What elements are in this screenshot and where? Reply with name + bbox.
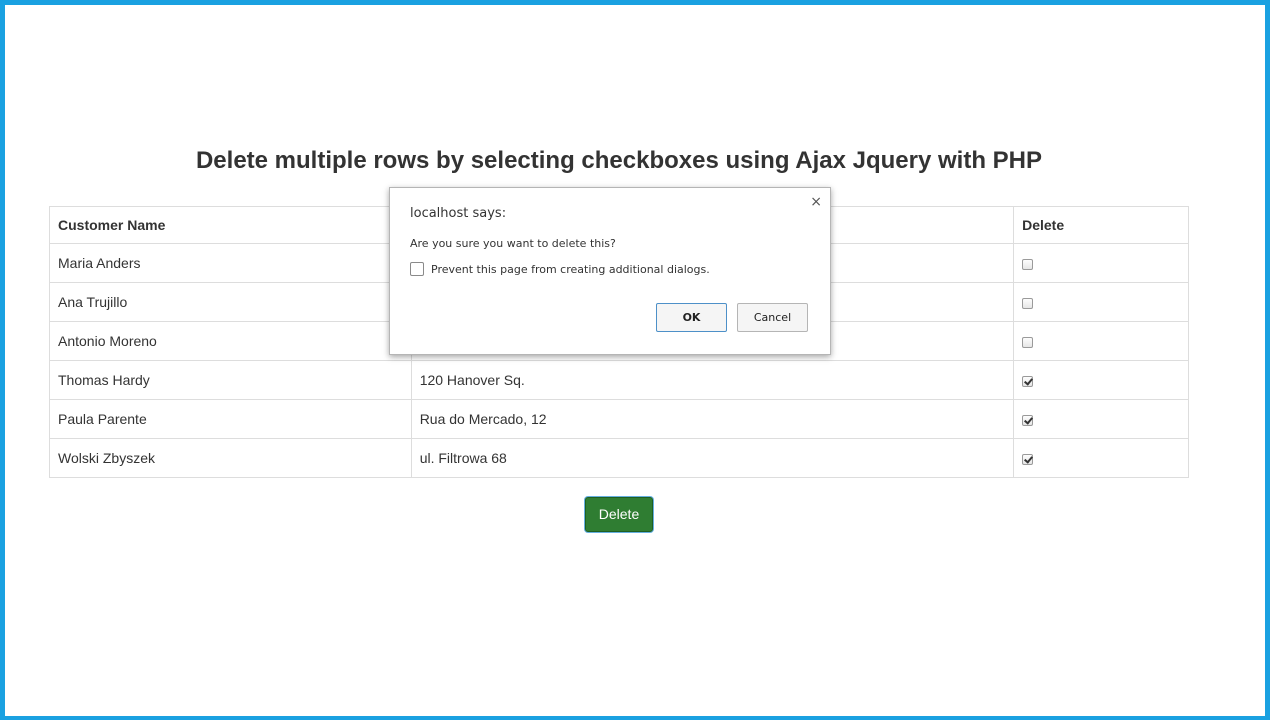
dialog-message: Are you sure you want to delete this? [410, 237, 616, 250]
header-customer-name: Customer Name [49, 206, 412, 244]
cell-customer-name: Antonio Moreno [49, 321, 412, 361]
cell-customer-name: Ana Trujillo [49, 282, 412, 322]
table-row: Paula Parente Rua do Mercado, 12 [49, 399, 1189, 439]
prevent-dialogs-label: Prevent this page from creating addition… [431, 262, 710, 276]
row-checkbox[interactable] [1022, 258, 1034, 270]
header-delete: Delete [1013, 206, 1189, 244]
cell-address: ul. Filtrowa 68 [410, 438, 1015, 478]
table-row: Wolski Zbyszek ul. Filtrowa 68 [49, 438, 1189, 478]
dialog-title: localhost says: [410, 206, 507, 221]
prevent-dialogs-checkbox[interactable] [410, 262, 424, 276]
row-checkbox[interactable] [1022, 375, 1034, 387]
close-icon[interactable]: × [810, 194, 822, 210]
cell-delete [1013, 243, 1189, 283]
cell-delete [1013, 438, 1189, 478]
ok-button[interactable]: OK [656, 303, 727, 332]
table-row: Thomas Hardy 120 Hanover Sq. [49, 360, 1189, 400]
prevent-dialogs-option[interactable]: Prevent this page from creating addition… [410, 262, 710, 276]
page-title: Delete multiple rows by selecting checkb… [195, 147, 1043, 174]
cell-delete [1013, 399, 1189, 439]
cell-customer-name: Paula Parente [49, 399, 412, 439]
cell-delete [1013, 282, 1189, 322]
row-checkbox[interactable] [1022, 336, 1034, 348]
cell-delete [1013, 321, 1189, 361]
row-checkbox[interactable] [1022, 453, 1034, 465]
cell-customer-name: Thomas Hardy [49, 360, 412, 400]
cell-customer-name: Maria Anders [49, 243, 412, 283]
cell-address: Rua do Mercado, 12 [410, 399, 1015, 439]
delete-button[interactable]: Delete [585, 497, 653, 532]
row-checkbox[interactable] [1022, 414, 1034, 426]
confirm-dialog: × localhost says: Are you sure you want … [389, 187, 831, 355]
row-checkbox[interactable] [1022, 297, 1034, 309]
cancel-button[interactable]: Cancel [737, 303, 808, 332]
cell-customer-name: Wolski Zbyszek [49, 438, 412, 478]
cell-address: 120 Hanover Sq. [410, 360, 1015, 400]
cell-delete [1013, 360, 1189, 400]
